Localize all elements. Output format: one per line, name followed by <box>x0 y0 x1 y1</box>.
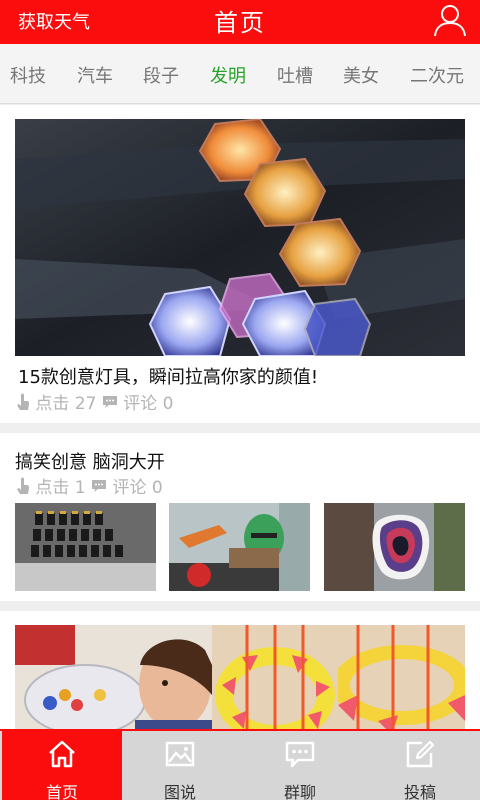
nav-home[interactable]: 首页 <box>2 731 122 800</box>
nav-qunliao[interactable]: 群聊 <box>240 731 360 800</box>
tab-meinv[interactable]: 美女 <box>343 62 379 88</box>
news-feed[interactable]: 15款创意灯具，瞬间拉高你家的颜值! 点击 27 评论 0 搞笑创意 脑洞大开 … <box>0 105 480 730</box>
home-icon <box>46 739 78 769</box>
article-card[interactable]: 15款创意灯具，瞬间拉高你家的颜值! 点击 27 评论 0 <box>0 105 480 423</box>
tab-keji[interactable]: 科技 <box>10 62 46 88</box>
article-thumbnail[interactable] <box>324 503 465 591</box>
comment-count: 评论 0 <box>112 478 163 498</box>
tab-duanzi[interactable]: 段子 <box>143 62 179 88</box>
edit-icon <box>404 739 436 769</box>
user-icon[interactable] <box>432 2 468 38</box>
click-hand-icon <box>16 477 30 500</box>
nav-tougao[interactable]: 投稿 <box>360 731 480 800</box>
article-image[interactable] <box>338 625 465 730</box>
click-count: 点击 27 <box>35 394 97 414</box>
article-thumbnail[interactable] <box>15 503 156 591</box>
page-title: 首页 <box>214 9 266 37</box>
nav-label: 投稿 <box>403 783 436 800</box>
article-card[interactable] <box>0 611 480 730</box>
nav-label: 首页 <box>45 783 78 800</box>
image-icon <box>164 739 196 769</box>
app-header: 获取天气 首页 <box>0 0 480 44</box>
article-thumbnail[interactable] <box>169 503 310 591</box>
article-meta: 点击 27 评论 0 <box>16 389 174 416</box>
article-hero-image[interactable] <box>15 119 465 356</box>
tab-qiche[interactable]: 汽车 <box>77 62 113 88</box>
article-title[interactable]: 15款创意灯具，瞬间拉高你家的颜值! <box>18 363 318 389</box>
nav-tushuo[interactable]: 图说 <box>120 731 240 800</box>
tab-erciyuan[interactable]: 二次元 <box>410 62 464 88</box>
article-image[interactable] <box>15 625 212 730</box>
comment-bubble-icon <box>91 478 107 498</box>
comment-count: 评论 0 <box>123 394 174 414</box>
tab-faming[interactable]: 发明 <box>210 62 246 88</box>
category-tabs: 科技 汽车 段子 发明 吐槽 美女 二次元 <box>0 44 480 104</box>
chat-icon <box>284 739 316 769</box>
click-hand-icon <box>16 393 30 416</box>
comment-bubble-icon <box>102 394 118 414</box>
article-meta: 点击 1 评论 0 <box>16 473 163 500</box>
tab-tucao[interactable]: 吐槽 <box>277 62 313 88</box>
article-image[interactable] <box>212 625 338 730</box>
article-title[interactable]: 搞笑创意 脑洞大开 <box>15 448 165 474</box>
nav-label: 图说 <box>163 783 196 800</box>
click-count: 点击 1 <box>35 478 86 498</box>
article-card[interactable]: 搞笑创意 脑洞大开 点击 1 评论 0 <box>0 433 480 601</box>
bottom-nav: 首页 图说 群聊 投稿 <box>0 729 480 800</box>
nav-label: 群聊 <box>283 783 316 800</box>
